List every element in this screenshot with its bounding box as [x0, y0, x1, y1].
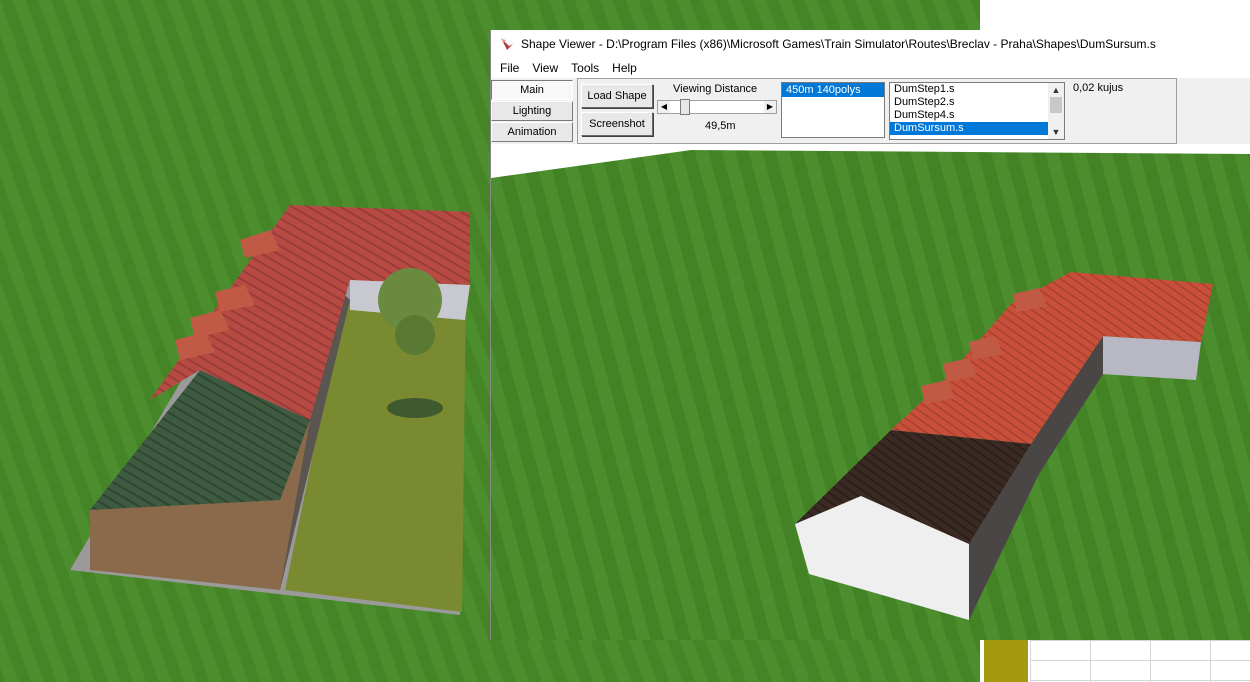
toolbar-panel: Main Lighting Animation Load Shape Scree…	[491, 78, 1250, 144]
menu-view[interactable]: View	[527, 61, 563, 75]
lod-item[interactable]: 450m 140polys	[782, 83, 884, 97]
viewing-distance-value: 49,5m	[705, 120, 736, 132]
tab-animation[interactable]: Animation	[491, 122, 573, 142]
menu-tools[interactable]: Tools	[566, 61, 604, 75]
menu-help[interactable]: Help	[607, 61, 642, 75]
shape-viewer-window: Shape Viewer - D:\Program Files (x86)\Mi…	[490, 30, 1250, 640]
window-title: Shape Viewer - D:\Program Files (x86)\Mi…	[521, 37, 1156, 51]
size-readout: 0,02 kujus	[1073, 82, 1124, 94]
menu-file[interactable]: File	[495, 61, 524, 75]
scroll-thumb[interactable]	[1050, 97, 1062, 113]
lod-listbox[interactable]: 450m 140polys	[781, 82, 885, 138]
background-spreadsheet	[1030, 640, 1250, 682]
tab-lighting[interactable]: Lighting	[491, 101, 573, 121]
shape-file-listbox[interactable]: DumStep1.s DumStep2.s DumStep4.s DumSurs…	[889, 82, 1065, 140]
slider-right-arrow-icon[interactable]: ▶	[764, 101, 776, 113]
tab-main[interactable]: Main	[491, 80, 573, 100]
load-shape-button[interactable]: Load Shape	[581, 84, 653, 108]
slider-left-arrow-icon[interactable]: ◀	[658, 101, 670, 113]
viewing-distance-slider[interactable]: ◀ ▶	[657, 99, 777, 115]
file-list-scrollbar[interactable]: ▲ ▼	[1048, 83, 1064, 139]
slider-thumb[interactable]	[680, 99, 691, 115]
file-item-dumstep4[interactable]: DumStep4.s	[890, 109, 1048, 122]
title-bar[interactable]: Shape Viewer - D:\Program Files (x86)\Mi…	[491, 30, 1250, 58]
shape-viewport[interactable]	[491, 144, 1250, 640]
menu-bar: File View Tools Help	[491, 58, 1250, 78]
scroll-up-icon[interactable]: ▲	[1048, 83, 1064, 97]
file-item-dumstep2[interactable]: DumStep2.s	[890, 96, 1048, 109]
file-item-dumsursum[interactable]: DumSursum.s	[890, 122, 1048, 135]
background-yellow-block	[984, 638, 1028, 682]
scroll-down-icon[interactable]: ▼	[1048, 125, 1064, 139]
screenshot-button[interactable]: Screenshot	[581, 112, 653, 136]
app-icon	[501, 38, 513, 50]
viewing-distance-label: Viewing Distance	[673, 83, 758, 95]
file-item-dumstep1[interactable]: DumStep1.s	[890, 83, 1048, 96]
